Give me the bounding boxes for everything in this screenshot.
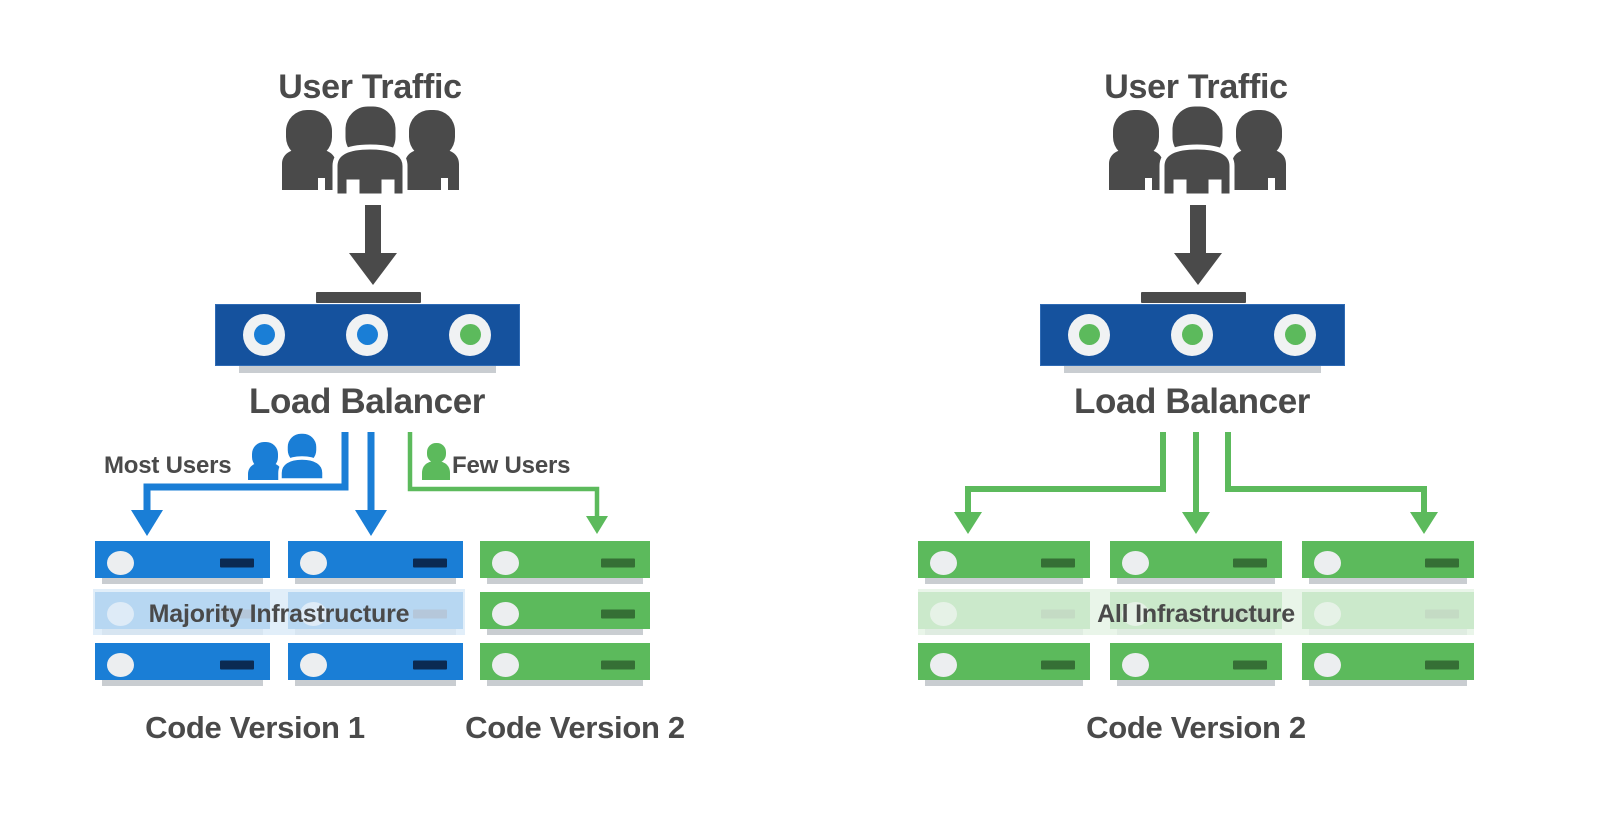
server-unit — [480, 643, 650, 687]
lb-led-2 — [1171, 313, 1213, 356]
panel-canary-deployment: User Traffic Load Balancer Most Users Fe… — [0, 0, 800, 840]
load-balancer-label-right: Load Balancer — [1074, 382, 1310, 421]
server-unit — [1302, 643, 1474, 687]
server-unit — [1110, 541, 1282, 585]
one-person-icon — [420, 442, 452, 480]
server-unit — [480, 541, 650, 585]
down-arrow-icon-left — [347, 205, 399, 292]
server-rack-left-3[interactable] — [480, 541, 650, 686]
server-unit — [95, 643, 270, 687]
lb-led-3 — [449, 313, 491, 356]
version-label-left-1: Code Version 1 — [145, 710, 365, 745]
load-balancer-label-left: Load Balancer — [249, 382, 485, 421]
load-balancer-top-plate — [316, 292, 421, 303]
load-balancer-shadow — [239, 366, 496, 373]
three-people-icon — [258, 104, 483, 199]
version-label-right-1: Code Version 2 — [1086, 710, 1306, 745]
three-people-icon-right — [1085, 104, 1310, 199]
two-people-icon — [248, 430, 326, 480]
server-unit — [95, 541, 270, 585]
server-unit — [1302, 541, 1474, 585]
server-unit — [918, 541, 1090, 585]
down-arrow-icon-right — [1172, 205, 1224, 292]
lb-led-2 — [346, 313, 388, 356]
flow-label-few-users: Few Users — [452, 452, 571, 479]
diagram-canvas: User Traffic Load Balancer Most Users Fe… — [0, 0, 1600, 840]
server-unit — [918, 643, 1090, 687]
version-label-left-2: Code Version 2 — [465, 710, 685, 745]
lb-led-1 — [243, 313, 285, 356]
panel-full-rollout: User Traffic Load Balancer All Infrastru… — [800, 0, 1600, 840]
load-balancer-top-plate — [1141, 292, 1246, 303]
load-balancer-right[interactable] — [1040, 292, 1345, 377]
lb-led-1 — [1068, 313, 1110, 356]
lb-led-3 — [1274, 313, 1316, 356]
server-unit — [288, 541, 463, 585]
server-unit — [288, 643, 463, 687]
server-unit — [1110, 643, 1282, 687]
server-unit — [480, 592, 650, 636]
infrastructure-label-right: All Infrastructure — [1097, 600, 1295, 628]
page-title-user-traffic-left: User Traffic — [278, 68, 462, 106]
page-title-user-traffic-right: User Traffic — [1104, 68, 1288, 106]
load-balancer-shadow — [1064, 366, 1321, 373]
flow-label-most-users: Most Users — [104, 452, 232, 479]
infrastructure-label-left: Majority Infrastructure — [148, 600, 410, 628]
load-balancer-left[interactable] — [215, 292, 520, 377]
